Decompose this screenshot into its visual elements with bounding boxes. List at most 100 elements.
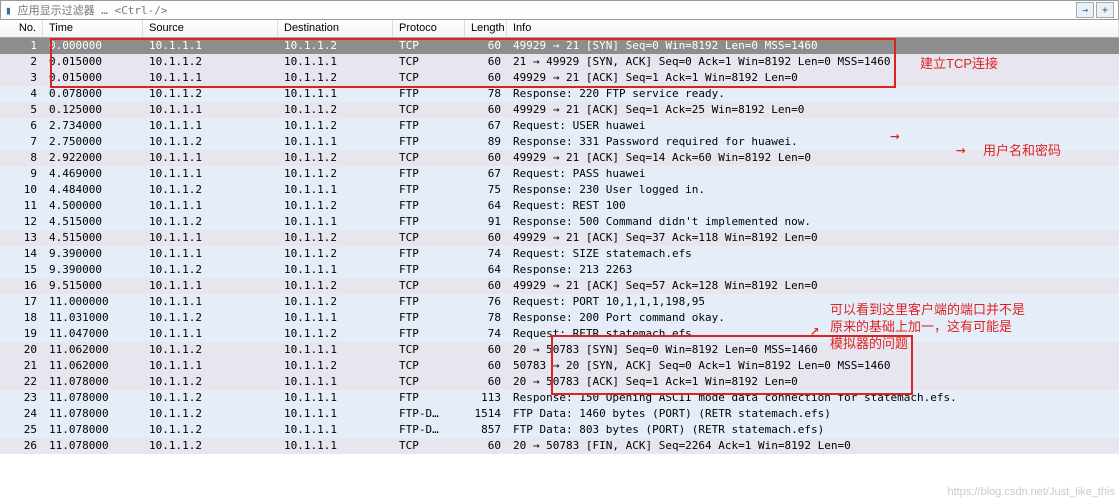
cell-source: 10.1.1.1: [143, 326, 278, 342]
cell-length: 91: [465, 214, 507, 230]
cell-dest: 10.1.1.2: [278, 38, 393, 54]
cell-protocol: FTP: [393, 262, 465, 278]
packet-row[interactable]: 114.50000010.1.1.110.1.1.2FTP64Request: …: [0, 198, 1119, 214]
cell-no: 7: [0, 134, 43, 150]
cell-time: 11.047000: [43, 326, 143, 342]
cell-source: 10.1.1.1: [143, 358, 278, 374]
packet-row[interactable]: 1911.04700010.1.1.110.1.1.2FTP74Request:…: [0, 326, 1119, 342]
cell-no: 14: [0, 246, 43, 262]
cell-dest: 10.1.1.1: [278, 86, 393, 102]
header-dest[interactable]: Destination: [278, 20, 393, 37]
cell-dest: 10.1.1.2: [278, 70, 393, 86]
cell-time: 0.000000: [43, 38, 143, 54]
packet-row[interactable]: 20.01500010.1.1.210.1.1.1TCP6021 → 49929…: [0, 54, 1119, 70]
cell-no: 4: [0, 86, 43, 102]
cell-length: 60: [465, 230, 507, 246]
cell-time: 4.515000: [43, 230, 143, 246]
cell-protocol: FTP: [393, 86, 465, 102]
header-info[interactable]: Info: [507, 20, 1119, 37]
cell-length: 74: [465, 246, 507, 262]
header-protocol[interactable]: Protoco: [393, 20, 465, 37]
header-length[interactable]: Length: [465, 20, 507, 37]
toolbar-add-button[interactable]: +: [1096, 2, 1114, 18]
packet-row[interactable]: 94.46900010.1.1.110.1.1.2FTP67Request: P…: [0, 166, 1119, 182]
packet-row[interactable]: 30.01500010.1.1.110.1.1.2TCP6049929 → 21…: [0, 70, 1119, 86]
toolbar-expression-button[interactable]: →: [1076, 2, 1094, 18]
cell-protocol: TCP: [393, 278, 465, 294]
cell-info: Request: PORT 10,1,1,1,198,95: [507, 294, 1119, 310]
packet-row[interactable]: 104.48400010.1.1.210.1.1.1FTP75Response:…: [0, 182, 1119, 198]
packet-row[interactable]: 40.07800010.1.1.210.1.1.1FTP78Response: …: [0, 86, 1119, 102]
packet-row[interactable]: 72.75000010.1.1.210.1.1.1FTP89Response: …: [0, 134, 1119, 150]
cell-time: 0.015000: [43, 70, 143, 86]
cell-info: Response: 150 Opening ASCII mode data co…: [507, 390, 1119, 406]
packet-row[interactable]: 2211.07800010.1.1.210.1.1.1TCP6020 → 507…: [0, 374, 1119, 390]
cell-time: 11.062000: [43, 342, 143, 358]
cell-dest: 10.1.1.1: [278, 390, 393, 406]
packet-row[interactable]: 2111.06200010.1.1.110.1.1.2TCP6050783 → …: [0, 358, 1119, 374]
header-time[interactable]: Time: [43, 20, 143, 37]
cell-source: 10.1.1.1: [143, 166, 278, 182]
cell-info: 49929 → 21 [ACK] Seq=57 Ack=128 Win=8192…: [507, 278, 1119, 294]
cell-protocol: FTP-D…: [393, 406, 465, 422]
cell-no: 21: [0, 358, 43, 374]
cell-time: 0.015000: [43, 54, 143, 70]
packet-row[interactable]: 2311.07800010.1.1.210.1.1.1FTP113Respons…: [0, 390, 1119, 406]
packet-row[interactable]: 134.51500010.1.1.110.1.1.2TCP6049929 → 2…: [0, 230, 1119, 246]
filter-input[interactable]: [16, 3, 1076, 18]
packet-row[interactable]: 169.51500010.1.1.110.1.1.2TCP6049929 → 2…: [0, 278, 1119, 294]
cell-length: 60: [465, 54, 507, 70]
packet-row[interactable]: 50.12500010.1.1.110.1.1.2TCP6049929 → 21…: [0, 102, 1119, 118]
packet-row[interactable]: 82.92200010.1.1.110.1.1.2TCP6049929 → 21…: [0, 150, 1119, 166]
cell-info: Response: 213 2263: [507, 262, 1119, 278]
cell-protocol: TCP: [393, 150, 465, 166]
cell-info: Request: USER huawei: [507, 118, 1119, 134]
cell-dest: 10.1.1.2: [278, 294, 393, 310]
cell-no: 10: [0, 182, 43, 198]
packet-row[interactable]: 10.00000010.1.1.110.1.1.2TCP6049929 → 21…: [0, 38, 1119, 54]
cell-dest: 10.1.1.1: [278, 214, 393, 230]
cell-protocol: FTP: [393, 310, 465, 326]
packet-row[interactable]: 2411.07800010.1.1.210.1.1.1FTP-D…1514FTP…: [0, 406, 1119, 422]
cell-dest: 10.1.1.1: [278, 310, 393, 326]
cell-info: 50783 → 20 [SYN, ACK] Seq=0 Ack=1 Win=81…: [507, 358, 1119, 374]
packet-row[interactable]: 1811.03100010.1.1.210.1.1.1FTP78Response…: [0, 310, 1119, 326]
cell-info: Request: SIZE statemach.efs: [507, 246, 1119, 262]
cell-length: 857: [465, 422, 507, 438]
packet-row[interactable]: 2511.07800010.1.1.210.1.1.1FTP-D…857FTP …: [0, 422, 1119, 438]
cell-dest: 10.1.1.1: [278, 374, 393, 390]
cell-time: 11.062000: [43, 358, 143, 374]
cell-time: 11.000000: [43, 294, 143, 310]
packet-row[interactable]: 62.73400010.1.1.110.1.1.2FTP67Request: U…: [0, 118, 1119, 134]
column-headers: No. Time Source Destination Protoco Leng…: [0, 20, 1119, 38]
packet-row[interactable]: 159.39000010.1.1.210.1.1.1FTP64Response:…: [0, 262, 1119, 278]
cell-length: 60: [465, 102, 507, 118]
cell-time: 11.078000: [43, 422, 143, 438]
cell-length: 67: [465, 166, 507, 182]
cell-no: 25: [0, 422, 43, 438]
cell-info: 49929 → 21 [ACK] Seq=37 Ack=118 Win=8192…: [507, 230, 1119, 246]
packet-row[interactable]: 149.39000010.1.1.110.1.1.2FTP74Request: …: [0, 246, 1119, 262]
packet-row[interactable]: 2011.06200010.1.1.210.1.1.1TCP6020 → 507…: [0, 342, 1119, 358]
cell-info: Response: 230 User logged in.: [507, 182, 1119, 198]
cell-dest: 10.1.1.1: [278, 406, 393, 422]
header-no[interactable]: No.: [0, 20, 43, 37]
packet-row[interactable]: 1711.00000010.1.1.110.1.1.2FTP76Request:…: [0, 294, 1119, 310]
cell-time: 0.125000: [43, 102, 143, 118]
packet-row[interactable]: 2611.07800010.1.1.210.1.1.1TCP6020 → 507…: [0, 438, 1119, 454]
filter-icon: ▮: [5, 4, 12, 17]
cell-dest: 10.1.1.1: [278, 422, 393, 438]
packet-row[interactable]: 124.51500010.1.1.210.1.1.1FTP91Response:…: [0, 214, 1119, 230]
cell-length: 89: [465, 134, 507, 150]
cell-source: 10.1.1.2: [143, 310, 278, 326]
cell-info: Request: RETR statemach.efs: [507, 326, 1119, 342]
cell-protocol: FTP: [393, 390, 465, 406]
cell-time: 4.484000: [43, 182, 143, 198]
cell-length: 75: [465, 182, 507, 198]
cell-dest: 10.1.1.2: [278, 118, 393, 134]
cell-source: 10.1.1.2: [143, 390, 278, 406]
cell-info: 20 → 50783 [ACK] Seq=1 Ack=1 Win=8192 Le…: [507, 374, 1119, 390]
header-source[interactable]: Source: [143, 20, 278, 37]
cell-source: 10.1.1.2: [143, 182, 278, 198]
cell-no: 20: [0, 342, 43, 358]
